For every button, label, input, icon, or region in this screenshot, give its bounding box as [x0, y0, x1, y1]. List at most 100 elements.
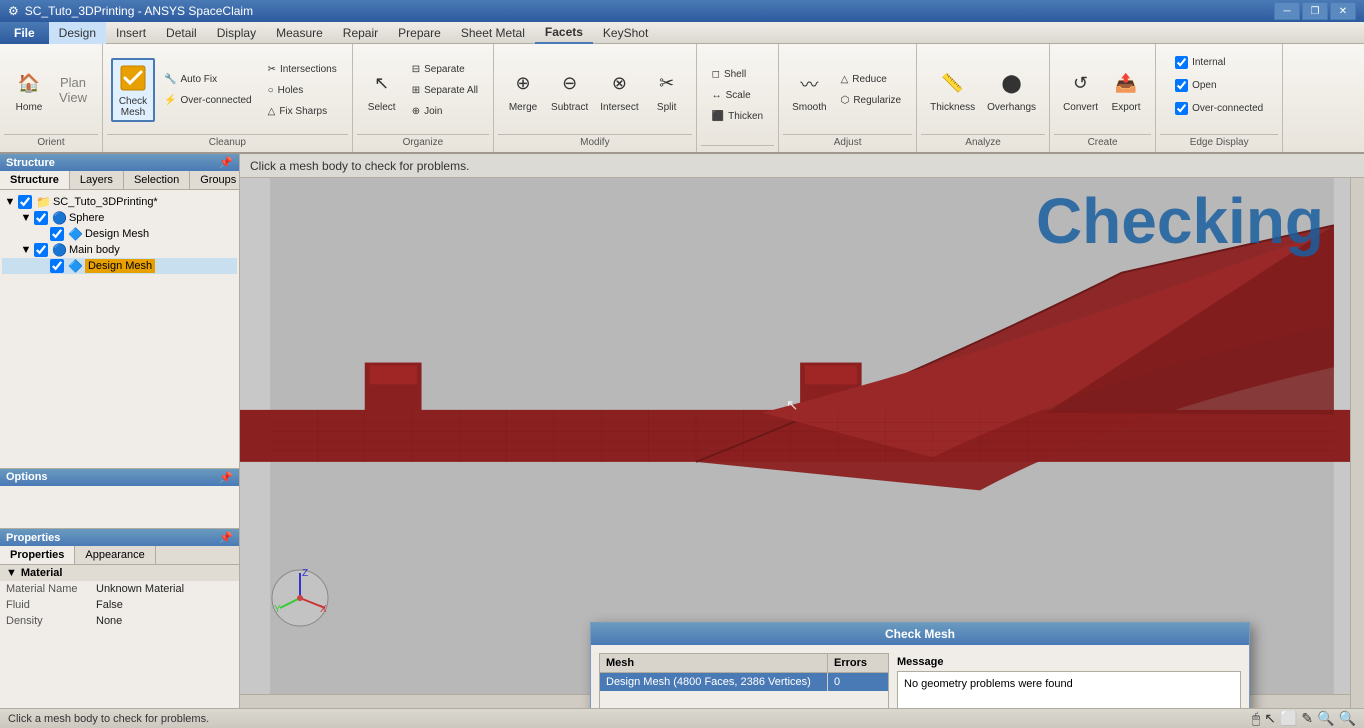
shell-button[interactable]: ◻ Shell: [705, 65, 770, 85]
tree-item-sphere[interactable]: ▼ 🔵 Sphere: [2, 210, 237, 226]
separate-button[interactable]: ⊟ Separate: [405, 59, 485, 79]
minimize-button[interactable]: ─: [1274, 2, 1300, 20]
regularize-button[interactable]: ⬡ Regularize: [834, 91, 909, 111]
menu-sheet-metal[interactable]: Sheet Metal: [451, 22, 535, 44]
menu-file[interactable]: File: [0, 22, 49, 44]
tree-content: ▼ 📁 SC_Tuto_3DPrinting* ▼ 🔵 Sphere: [0, 190, 239, 278]
menu-keyshot[interactable]: KeyShot: [593, 22, 658, 44]
fluid-value: False: [96, 599, 233, 611]
over-connected-checkbox-label[interactable]: Over-connected: [1168, 98, 1270, 118]
menu-facets[interactable]: Facets: [535, 22, 593, 44]
separate-label: Separate: [424, 64, 465, 75]
separate-all-button[interactable]: ⊞ Separate All: [405, 80, 485, 100]
thickness-icon: 📏: [937, 68, 969, 100]
options-panel: Options 📌: [0, 468, 239, 528]
menu-design[interactable]: Design: [49, 22, 106, 44]
restore-button[interactable]: ❐: [1302, 2, 1328, 20]
tab-layers[interactable]: Layers: [70, 171, 124, 189]
section-arrow[interactable]: ▼: [6, 567, 17, 579]
tree-item-root[interactable]: ▼ 📁 SC_Tuto_3DPrinting*: [2, 194, 237, 210]
check-mesh-icon: [117, 62, 149, 94]
statusbar-icon-4[interactable]: ✎: [1301, 710, 1313, 727]
over-connected-checkbox[interactable]: [1175, 102, 1188, 115]
density-value: None: [96, 615, 233, 627]
holes-button[interactable]: ○ Holes: [261, 80, 344, 100]
statusbar-icon-3[interactable]: ⬜: [1280, 710, 1297, 727]
viewport-scrollbar-v[interactable]: [1350, 178, 1364, 708]
tab-structure[interactable]: Structure: [0, 171, 70, 189]
overhangs-button[interactable]: ⬤ Overhangs: [982, 58, 1041, 122]
internal-checkbox-label[interactable]: Internal: [1168, 52, 1232, 72]
convert-button[interactable]: ↺ Convert: [1058, 58, 1103, 122]
reduce-button[interactable]: △ Reduce: [834, 70, 909, 90]
statusbar: Click a mesh body to check for problems.…: [0, 708, 1364, 728]
tab-groups[interactable]: Groups: [190, 171, 239, 189]
menubar: File Design Insert Detail Display Measur…: [0, 22, 1364, 44]
tab-properties[interactable]: Properties: [0, 546, 75, 564]
ribbon-group-adjust: 〰 Smooth △ Reduce ⬡ Regularize Adjust: [779, 44, 917, 152]
arrow-main-body[interactable]: ▼: [20, 244, 32, 256]
reduce-label: Reduce: [852, 74, 886, 85]
menu-detail[interactable]: Detail: [156, 22, 207, 44]
intersections-icon: ✂: [268, 64, 276, 75]
tab-selection[interactable]: Selection: [124, 171, 190, 189]
organize-label: Organize: [357, 134, 489, 150]
intersections-button[interactable]: ✂ Intersections: [261, 59, 344, 79]
menu-insert[interactable]: Insert: [106, 22, 156, 44]
plan-view-button[interactable]: Plan View: [52, 58, 94, 122]
select-button[interactable]: ↖ Select: [361, 58, 403, 122]
fluid-key: Fluid: [6, 599, 96, 611]
dialog-title: Check Mesh: [885, 627, 955, 641]
statusbar-icon-6[interactable]: 🔍: [1339, 710, 1356, 727]
thickness-button[interactable]: 📏 Thickness: [925, 58, 980, 122]
menu-display[interactable]: Display: [207, 22, 266, 44]
open-checkbox-label[interactable]: Open: [1168, 75, 1223, 95]
check-mesh-label: CheckMesh: [119, 96, 147, 118]
checkbox-main-dm[interactable]: [50, 259, 64, 273]
menu-repair[interactable]: Repair: [333, 22, 388, 44]
cleanup-col: 🔧 Auto Fix ⚡ Over-connected: [157, 70, 259, 111]
tree-item-main-body[interactable]: ▼ 🔵 Main body: [2, 242, 237, 258]
home-button[interactable]: 🏠 Home: [8, 58, 50, 122]
tree-item-main-dm[interactable]: 🔷 Design Mesh: [2, 258, 237, 274]
menu-prepare[interactable]: Prepare: [388, 22, 451, 44]
message-body: No geometry problems were found: [897, 671, 1241, 708]
export-button[interactable]: 📤 Export: [1105, 58, 1147, 122]
options-pin-icon: 📌: [219, 471, 233, 484]
check-mesh-button[interactable]: CheckMesh: [111, 58, 155, 122]
arrow-sphere[interactable]: ▼: [20, 212, 32, 224]
checkbox-sphere-dm[interactable]: [50, 227, 64, 241]
intersect-button[interactable]: ⊗ Intersect: [595, 58, 643, 122]
over-connected-button[interactable]: ⚡ Over-connected: [157, 91, 259, 111]
modify-buttons: ⊕ Merge ⊖ Subtract ⊗ Intersect ✂ Split: [498, 46, 692, 134]
subtract-button[interactable]: ⊖ Subtract: [546, 58, 593, 122]
statusbar-icon-2[interactable]: ↖: [1264, 710, 1276, 727]
thicken-button[interactable]: ⬛ Thicken: [705, 107, 770, 127]
thicken-label: Thicken: [728, 111, 763, 122]
fluid-row: Fluid False: [0, 597, 239, 613]
statusbar-icon-5[interactable]: 🔍: [1317, 710, 1334, 727]
close-button[interactable]: ✕: [1330, 2, 1356, 20]
menu-measure[interactable]: Measure: [266, 22, 333, 44]
mesh-table-panel: Mesh Errors Design Mesh (4800 Faces, 238…: [599, 653, 889, 708]
arrow-root[interactable]: ▼: [4, 196, 16, 208]
open-checkbox[interactable]: [1175, 79, 1188, 92]
fix-sharps-button[interactable]: △ Fix Sharps: [261, 101, 344, 121]
table-row[interactable]: Design Mesh (4800 Faces, 2386 Vertices) …: [600, 673, 888, 691]
tree-item-sphere-dm[interactable]: 🔷 Design Mesh: [2, 226, 237, 242]
regularize-label: Regularize: [853, 95, 901, 106]
svg-text:Y: Y: [274, 604, 281, 615]
statusbar-icon-1[interactable]: 🖱: [1252, 710, 1260, 727]
scale-button[interactable]: ↔ Scale: [705, 86, 770, 106]
merge-button[interactable]: ⊕ Merge: [502, 58, 544, 122]
checkbox-sphere[interactable]: [34, 211, 48, 225]
adjust-col: △ Reduce ⬡ Regularize: [834, 70, 909, 111]
tab-appearance[interactable]: Appearance: [75, 546, 155, 564]
split-button[interactable]: ✂ Split: [646, 58, 688, 122]
smooth-button[interactable]: 〰 Smooth: [787, 58, 831, 122]
join-button[interactable]: ⊕ Join: [405, 101, 485, 121]
checkbox-main-body[interactable]: [34, 243, 48, 257]
auto-fix-button[interactable]: 🔧 Auto Fix: [157, 70, 259, 90]
internal-checkbox[interactable]: [1175, 56, 1188, 69]
checkbox-root[interactable]: [18, 195, 32, 209]
